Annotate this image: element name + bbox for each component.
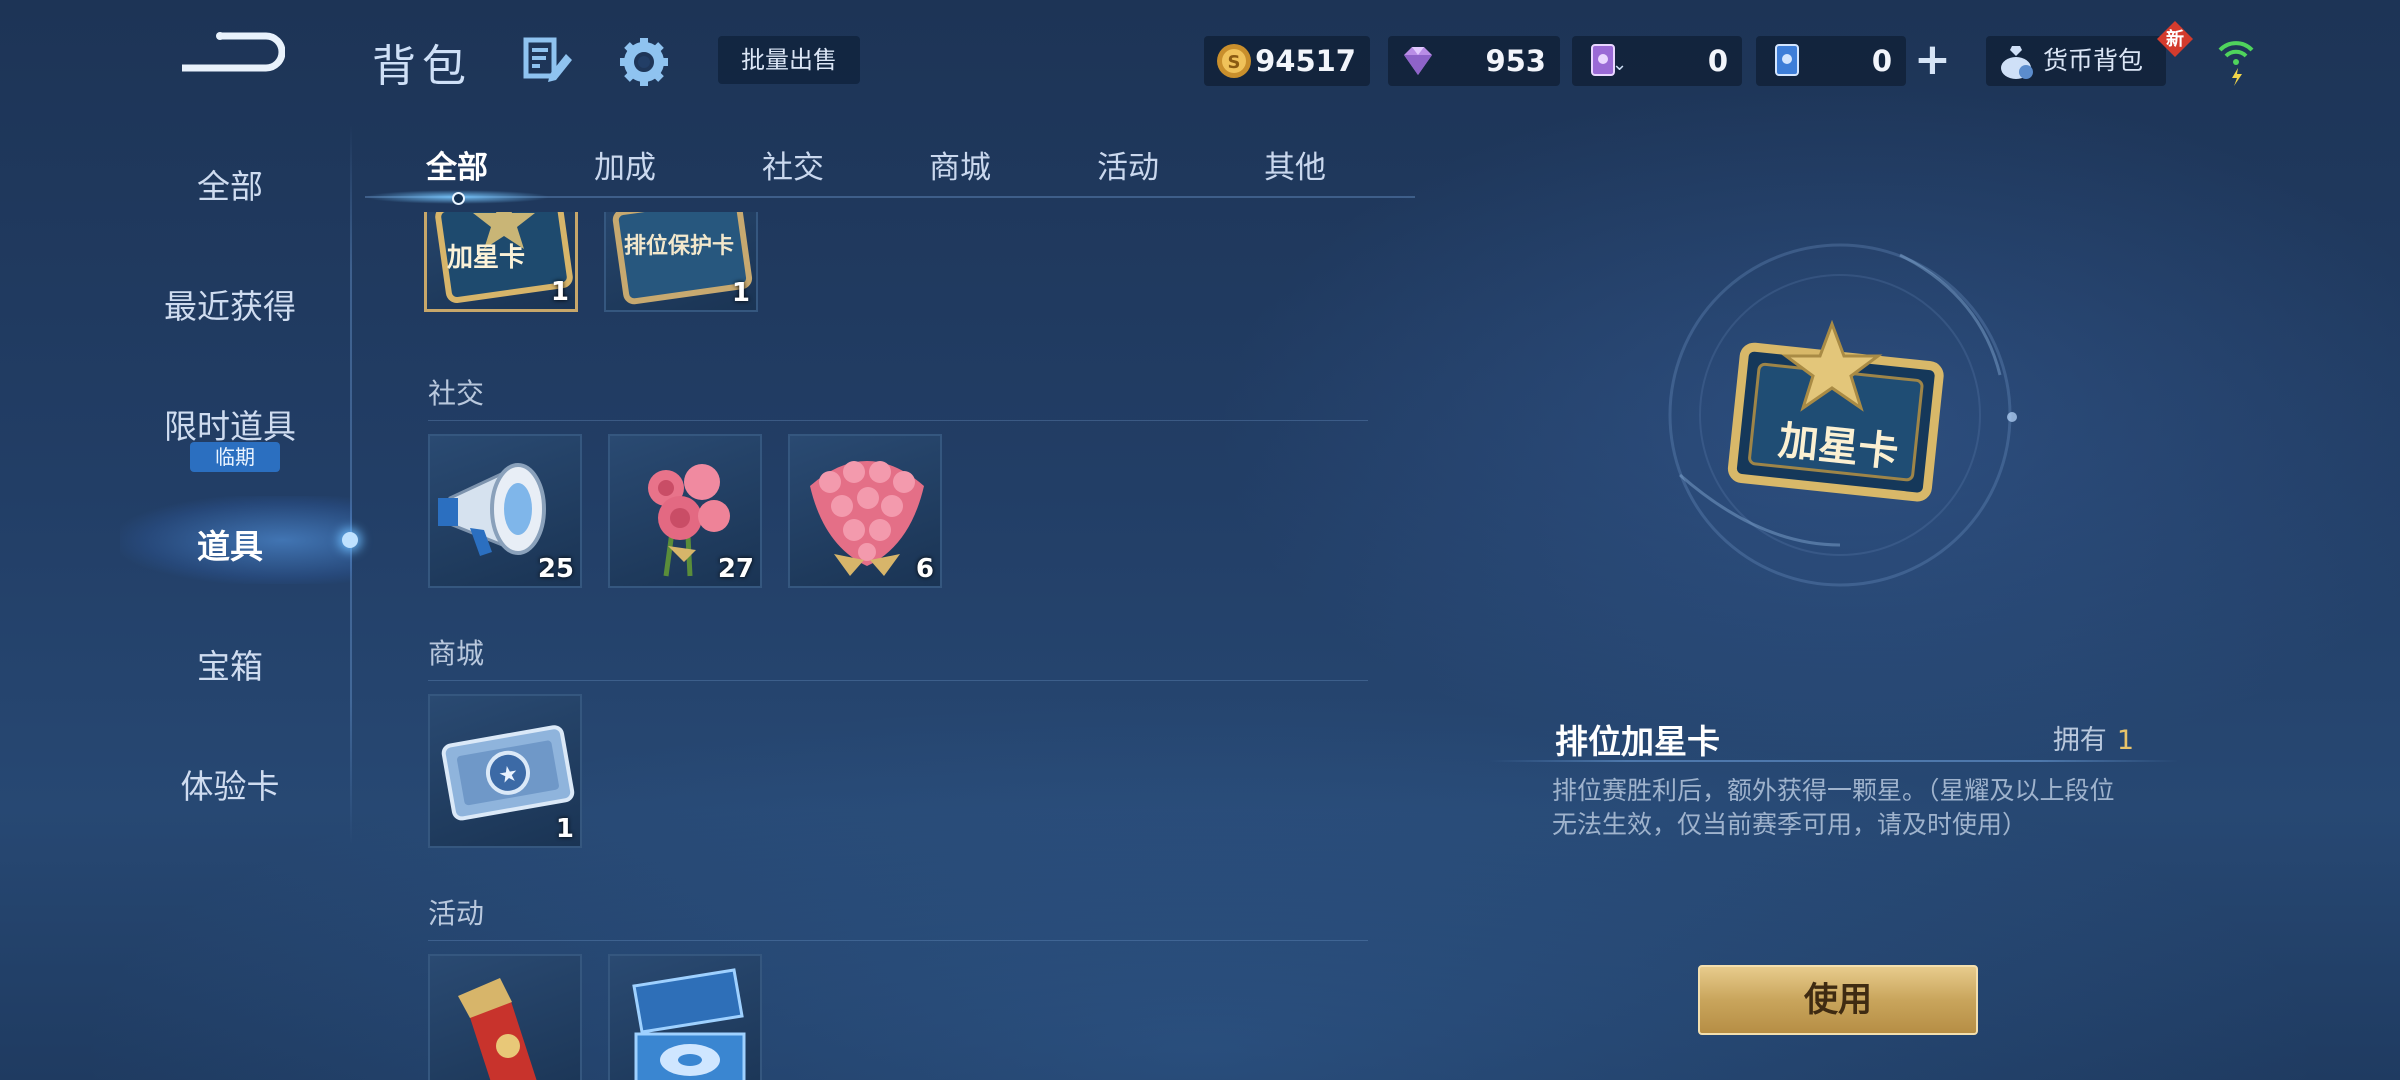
tab-activity[interactable]: 活动	[1097, 142, 1159, 187]
tab-social[interactable]: 社交	[762, 142, 824, 187]
detail-divider	[1490, 760, 2178, 762]
scroll-icon	[458, 978, 540, 1080]
owned-count: 拥有 1	[2052, 725, 2134, 756]
sidebar-divider	[350, 125, 352, 845]
tab-all[interactable]: 全部	[426, 142, 488, 187]
sidebar-item-trial-card[interactable]: 体验卡	[80, 760, 380, 808]
detail-item-image: 加星卡	[1720, 319, 1950, 510]
item-star-card[interactable]: 加星卡 1	[424, 212, 578, 312]
item-coupon[interactable]: ★ 1	[428, 694, 582, 848]
item-grid: 加星卡 1 排位保护卡 1 社交 25 27 6 商城 ★ 1 活动	[420, 212, 1400, 1080]
svg-text:S: S	[1228, 52, 1241, 73]
item-gift-box[interactable]	[608, 954, 762, 1080]
wifi-battery-icon	[2216, 36, 2256, 86]
diamond-icon	[1404, 47, 1432, 75]
blue-card-icon	[1775, 44, 1799, 76]
back-arrow-icon	[182, 32, 286, 72]
gold-coin-icon: S	[1217, 44, 1251, 78]
section-label-shop: 商城	[428, 637, 485, 670]
gold-amount: 94517	[1255, 44, 1356, 78]
section-label-social: 社交	[428, 377, 485, 410]
gold-currency: S 94517	[1204, 36, 1370, 86]
sidebar-item-chest[interactable]: 宝箱	[80, 640, 380, 688]
gift-box-icon	[632, 968, 746, 1080]
tab-shop[interactable]: 商城	[929, 142, 991, 187]
tab-boost[interactable]: 加成	[594, 142, 656, 187]
wallet-label: 货币背包	[2043, 46, 2144, 75]
sidebar-item-limited[interactable]: 限时道具	[80, 400, 380, 448]
sidebar-item-recent[interactable]: 最近获得	[80, 280, 380, 328]
page-title: 背包	[372, 41, 472, 92]
new-badge: 新	[2156, 20, 2194, 58]
section-divider	[428, 680, 1368, 681]
detail-item-name: 排位加星卡	[1555, 722, 1720, 761]
tab-other[interactable]: 其他	[1264, 142, 1326, 187]
item-scroll[interactable]	[428, 954, 582, 1080]
edit-list-icon[interactable]	[522, 34, 574, 86]
use-button[interactable]: 使用	[1698, 965, 1978, 1035]
diamond-currency: 953	[1388, 36, 1560, 86]
star-card-large-icon: 加星卡	[1727, 319, 1944, 502]
add-currency-icon[interactable]: +	[1914, 38, 1951, 82]
sidebar-item-props[interactable]: 道具	[80, 520, 380, 568]
expiring-tag: 临期	[190, 442, 280, 472]
blue-card-currency: 0	[1756, 36, 1906, 86]
bulk-sell-button[interactable]: 批量出售	[718, 36, 860, 84]
item-megaphone[interactable]: 25	[428, 434, 582, 588]
back-button[interactable]	[170, 24, 286, 84]
purple-card-currency[interactable]: ⌄ 0	[1572, 36, 1742, 86]
settings-gear-icon[interactable]	[616, 34, 672, 90]
chevron-down-icon: ⌄	[1612, 54, 1628, 75]
detail-description: 排位赛胜利后，额外获得一颗星。（星耀及以上段位无法生效，仅当前赛季可用，请及时使…	[1552, 776, 2115, 839]
blue-card-amount: 0	[1871, 44, 1892, 78]
diamond-amount: 953	[1485, 44, 1546, 78]
sidebar-item-all[interactable]: 全部	[80, 160, 380, 208]
item-roses[interactable]: 27	[608, 434, 762, 588]
item-rank-protect-card[interactable]: 排位保护卡 1	[604, 212, 758, 312]
section-divider	[428, 940, 1368, 941]
item-bouquet[interactable]: 6	[788, 434, 942, 588]
purple-card-amount: 0	[1707, 44, 1728, 78]
section-divider	[428, 420, 1368, 421]
section-label-activity: 活动	[428, 897, 485, 930]
tab-active-indicator	[452, 192, 465, 205]
currency-wallet-button[interactable]: 货币背包	[1986, 36, 2166, 86]
money-bag-icon	[2001, 46, 2033, 79]
